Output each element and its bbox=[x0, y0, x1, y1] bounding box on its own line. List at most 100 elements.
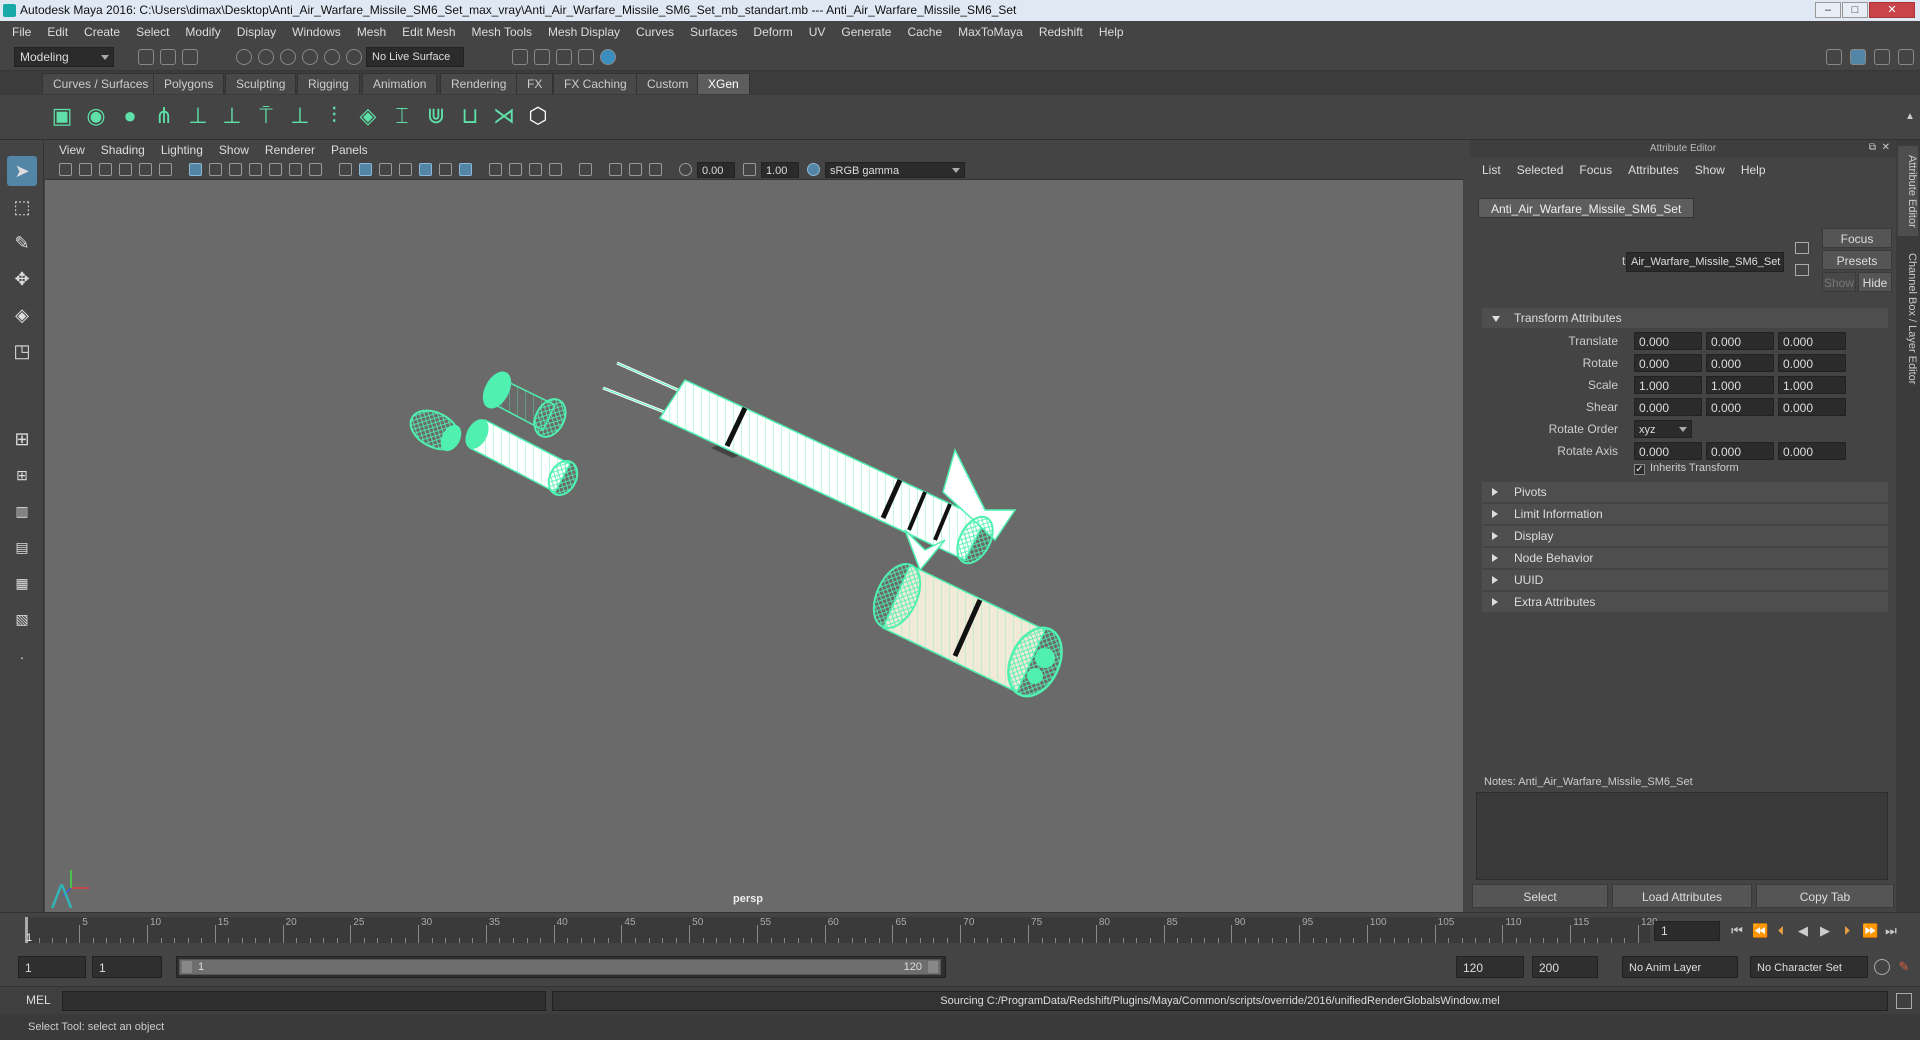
scale-z-field[interactable]: 1.000 bbox=[1778, 376, 1846, 394]
depth-of-field-icon[interactable] bbox=[549, 163, 562, 176]
ae-menu-list[interactable]: List bbox=[1474, 163, 1509, 177]
select-tool-icon[interactable]: ➤ bbox=[7, 156, 37, 186]
snap-curve-icon[interactable] bbox=[324, 49, 340, 65]
select-hierarchy-icon[interactable] bbox=[236, 49, 252, 65]
textured-icon[interactable] bbox=[419, 163, 432, 176]
persp-outliner-layout-icon[interactable]: ▥ bbox=[7, 496, 37, 526]
section-transform-attributes[interactable]: Transform Attributes bbox=[1482, 308, 1888, 328]
section-display[interactable]: Display bbox=[1482, 526, 1888, 546]
xgen-lock-guide-icon[interactable]: ⊥ bbox=[286, 101, 314, 131]
rotate-y-field[interactable]: 0.000 bbox=[1706, 354, 1774, 372]
camera-select-icon[interactable] bbox=[59, 163, 72, 176]
menu-mesh-display[interactable]: Mesh Display bbox=[540, 21, 628, 43]
persp-graph-layout-icon[interactable]: ▤ bbox=[7, 532, 37, 562]
anti-aliasing-icon[interactable] bbox=[529, 163, 542, 176]
undo-icon[interactable] bbox=[182, 49, 198, 65]
shelf-tab-fx[interactable]: FX bbox=[516, 73, 554, 94]
menu-mesh[interactable]: Mesh bbox=[349, 21, 394, 43]
shadows-icon[interactable] bbox=[459, 163, 472, 176]
rotate-axis-y-field[interactable]: 0.000 bbox=[1706, 442, 1774, 460]
menu-surfaces[interactable]: Surfaces bbox=[682, 21, 745, 43]
safe-action-icon[interactable] bbox=[289, 163, 302, 176]
viewport-menu-view[interactable]: View bbox=[51, 143, 93, 157]
menu-create[interactable]: Create bbox=[76, 21, 128, 43]
menu-generate[interactable]: Generate bbox=[833, 21, 899, 43]
xgen-convert-icon[interactable]: ⌶ bbox=[388, 101, 416, 131]
viewport-menu-show[interactable]: Show bbox=[211, 143, 257, 157]
ae-menu-selected[interactable]: Selected bbox=[1509, 163, 1572, 177]
live-surface-field[interactable]: No Live Surface bbox=[366, 47, 464, 67]
animation-prefs-icon[interactable]: ✎ bbox=[1896, 959, 1912, 975]
hypershade-icon[interactable] bbox=[578, 49, 594, 65]
float-panel-icon[interactable]: ⧉ bbox=[1869, 142, 1876, 153]
rotate-axis-x-field[interactable]: 0.000 bbox=[1634, 442, 1702, 460]
hide-button[interactable]: Hide bbox=[1858, 272, 1892, 292]
xgen-layers-icon[interactable]: ◈ bbox=[354, 101, 382, 131]
gate-mask-icon[interactable] bbox=[249, 163, 262, 176]
grease-pencil-icon[interactable] bbox=[159, 163, 172, 176]
use-default-material-icon[interactable] bbox=[379, 163, 392, 176]
gamma-field[interactable]: 1.00 bbox=[761, 162, 799, 178]
shelf-scroll-icon[interactable]: ▲ bbox=[1896, 101, 1920, 131]
side-tab-attribute-editor[interactable]: Attribute Editor bbox=[1898, 146, 1918, 236]
gamma-icon[interactable] bbox=[743, 163, 756, 176]
go-to-output-icon[interactable] bbox=[1795, 264, 1809, 276]
redshift-icon[interactable] bbox=[600, 49, 616, 65]
xray-components-icon[interactable] bbox=[649, 163, 662, 176]
range-slider[interactable]: 1 120 bbox=[176, 956, 946, 978]
menu-edit-mesh[interactable]: Edit Mesh bbox=[394, 21, 463, 43]
command-input[interactable] bbox=[62, 991, 546, 1011]
save-scene-icon[interactable] bbox=[160, 49, 176, 65]
menu-modify[interactable]: Modify bbox=[177, 21, 228, 43]
grid-toggle-icon[interactable] bbox=[189, 163, 202, 176]
viewport-persp[interactable]: ⋀ persp bbox=[45, 180, 1463, 912]
focus-button[interactable]: Focus bbox=[1822, 228, 1892, 248]
script-language-toggle[interactable]: MEL bbox=[26, 993, 51, 1007]
render-frame-icon[interactable] bbox=[512, 49, 528, 65]
channel-box-toggle-icon[interactable] bbox=[1898, 49, 1914, 65]
character-set-dropdown[interactable]: No Character Set bbox=[1750, 956, 1868, 978]
rotate-x-field[interactable]: 0.000 bbox=[1634, 354, 1702, 372]
shelf-tab-animation[interactable]: Animation bbox=[362, 73, 438, 94]
menu-edit[interactable]: Edit bbox=[39, 21, 76, 43]
ae-menu-help[interactable]: Help bbox=[1733, 163, 1774, 177]
menu-file[interactable]: File bbox=[4, 21, 39, 43]
translate-z-field[interactable]: 0.000 bbox=[1778, 332, 1846, 350]
smooth-shade-icon[interactable] bbox=[359, 163, 372, 176]
animation-start-field[interactable]: 1 bbox=[18, 956, 86, 978]
shelf-tab-rendering[interactable]: Rendering bbox=[440, 73, 518, 94]
viewport-menu-shading[interactable]: Shading bbox=[93, 143, 153, 157]
missile-booster[interactable] bbox=[865, 557, 1072, 705]
mode-dropdown[interactable]: Modeling bbox=[14, 47, 114, 67]
inherits-transform-checkbox[interactable]: ✓ bbox=[1634, 464, 1645, 475]
hypershade-layout-icon[interactable]: ▦ bbox=[7, 568, 37, 598]
anim-layer-dropdown[interactable]: No Anim Layer bbox=[1622, 956, 1738, 978]
ae-menu-focus[interactable]: Focus bbox=[1571, 163, 1620, 177]
auto-key-icon[interactable] bbox=[1874, 959, 1890, 975]
time-ruler[interactable]: 5 10 15 20 25 30 35 40 45 50 55 60 65 70 75 80 85 90 95 100… bbox=[25, 917, 1658, 943]
scale-y-field[interactable]: 1.000 bbox=[1706, 376, 1774, 394]
shelf-tab-sculpting[interactable]: Sculpting bbox=[225, 73, 297, 94]
step-back-key-icon[interactable]: ⏪ bbox=[1752, 924, 1768, 938]
film-gate-icon[interactable] bbox=[209, 163, 222, 176]
menu-select[interactable]: Select bbox=[128, 21, 177, 43]
xgen-add-guide-icon[interactable]: ⊥ bbox=[218, 101, 246, 131]
load-attributes-button[interactable]: Load Attributes bbox=[1612, 884, 1752, 908]
xgen-preview-icon[interactable]: ◉ bbox=[82, 101, 110, 131]
select-component-icon[interactable] bbox=[280, 49, 296, 65]
go-to-input-icon[interactable] bbox=[1795, 242, 1809, 254]
section-uuid[interactable]: UUID bbox=[1482, 570, 1888, 590]
xgen-guides-icon[interactable]: ⋔ bbox=[150, 101, 178, 131]
range-start-handle[interactable] bbox=[182, 961, 192, 973]
xgen-sculpt-guide-icon[interactable]: ⍑ bbox=[252, 101, 280, 131]
xray-joints-icon[interactable] bbox=[629, 163, 642, 176]
go-to-end-icon[interactable]: ⏭ bbox=[1884, 924, 1898, 938]
shear-y-field[interactable]: 0.000 bbox=[1706, 398, 1774, 416]
menu-deform[interactable]: Deform bbox=[745, 21, 800, 43]
xray-icon[interactable] bbox=[609, 163, 622, 176]
maximize-button[interactable]: □ bbox=[1842, 2, 1868, 18]
time-slider[interactable]: 5 10 15 20 25 30 35 40 45 50 55 60 65 70 75 80 85 90 95 100… bbox=[0, 912, 1920, 946]
camera-attributes-icon[interactable] bbox=[79, 163, 92, 176]
lasso-tool-icon[interactable]: ⬚ bbox=[7, 192, 37, 222]
close-button[interactable]: ✕ bbox=[1869, 2, 1915, 18]
